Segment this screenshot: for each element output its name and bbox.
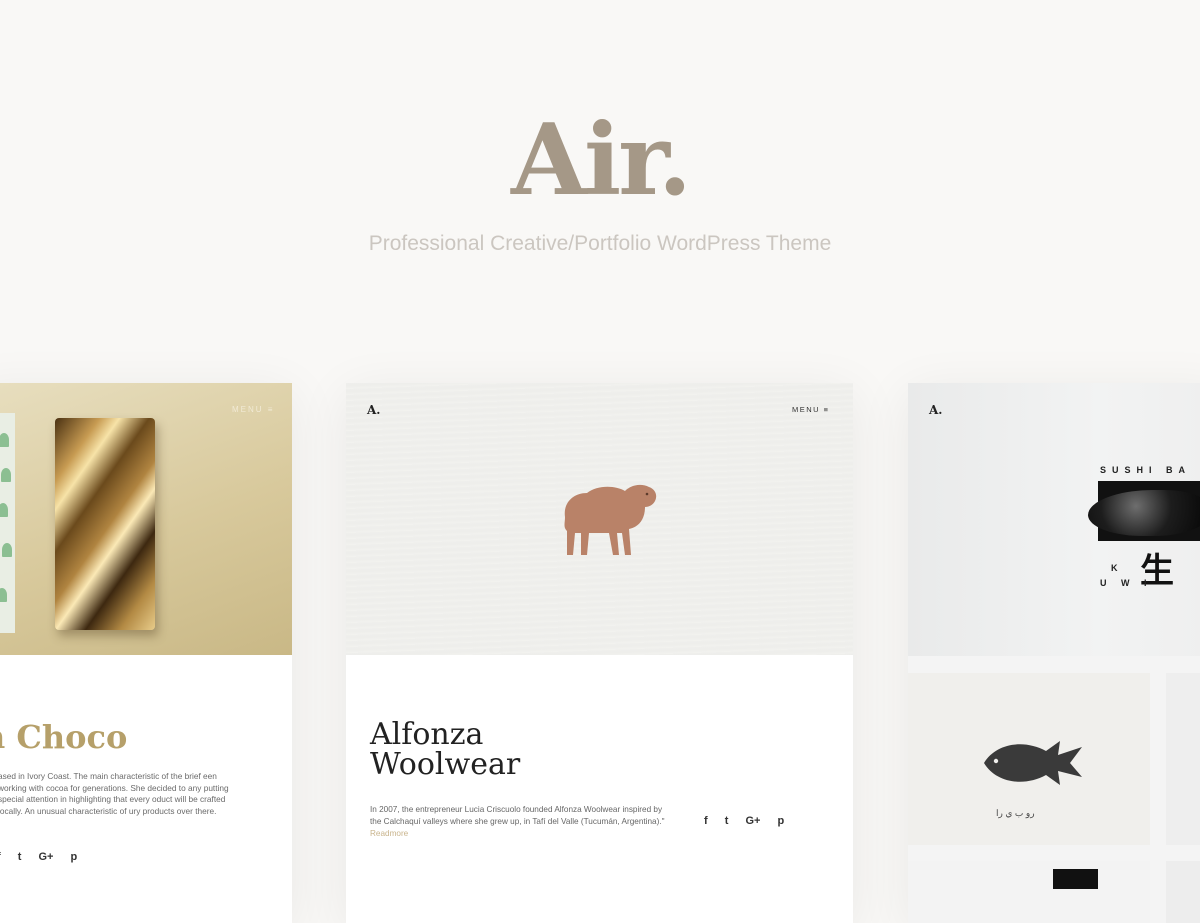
gallery-tile[interactable] — [908, 861, 1150, 923]
gallery-tile[interactable]: رو ب ي را — [908, 673, 1150, 845]
description-text: In 2007, the entrepreneur Lucia Criscuol… — [370, 805, 665, 826]
fish-print-icon — [984, 741, 1082, 785]
center-preview-card[interactable]: A. MENU ≡ Alfonza Woolwear In 2007, the … — [346, 383, 853, 923]
sushi-line-k: K — [1111, 563, 1124, 573]
project-title: Alfonza Woolwear — [370, 720, 520, 780]
pinterest-icon[interactable]: p — [778, 815, 785, 827]
project-description: ased in Ivory Coast. The main characteri… — [0, 771, 229, 816]
dark-label — [1053, 869, 1098, 889]
site-logo[interactable]: A. — [367, 403, 381, 417]
google-plus-icon[interactable]: G+ — [38, 851, 53, 863]
readmore-link[interactable]: Readmore — [370, 829, 408, 838]
arabic-caption: رو ب ي را — [996, 808, 1035, 818]
project-title: n Choco — [0, 718, 128, 756]
facebook-icon[interactable]: f — [704, 815, 708, 827]
project-description: In 2007, the entrepreneur Lucia Criscuol… — [370, 804, 670, 840]
social-links: f t G+ p — [704, 815, 798, 827]
menu-button[interactable]: MENU ≡ — [792, 405, 830, 414]
right-preview-card[interactable]: A. SUSHI BA 生 K U W I رو ب ي را — [908, 383, 1200, 923]
sushi-hero-image: A. SUSHI BA 生 K U W I — [908, 383, 1200, 656]
google-plus-icon[interactable]: G+ — [745, 815, 760, 827]
facebook-icon[interactable]: f — [0, 851, 1, 863]
site-logo[interactable]: A. — [929, 403, 943, 417]
sushi-label: SUSHI BA — [1100, 465, 1192, 475]
sheep-icon — [564, 484, 657, 555]
menu-button[interactable]: MENU ≡ — [232, 405, 274, 414]
sheep-hero-image: A. MENU ≡ — [346, 383, 853, 655]
pattern-wrapper — [0, 413, 15, 633]
gallery-tile[interactable] — [1166, 673, 1200, 845]
title-line-1: Alfonza — [370, 717, 484, 752]
hero-title: Air. — [510, 103, 692, 218]
gallery-tile[interactable] — [1166, 861, 1200, 923]
twitter-icon[interactable]: t — [725, 815, 729, 827]
sushi-line-uwi: U W I — [1100, 578, 1153, 588]
twitter-icon[interactable]: t — [18, 851, 22, 863]
left-preview-card[interactable]: MENU ≡ n Choco ased in Ivory Coast. The … — [0, 383, 292, 923]
chocolate-hero-image: MENU ≡ — [0, 383, 292, 655]
social-links: f t G+ p — [0, 851, 91, 863]
hero-subtitle: Professional Creative/Portfolio WordPres… — [368, 232, 832, 255]
gold-foil-bar — [55, 418, 155, 630]
title-line-2: Woolwear — [370, 747, 521, 782]
pinterest-icon[interactable]: p — [71, 851, 78, 863]
